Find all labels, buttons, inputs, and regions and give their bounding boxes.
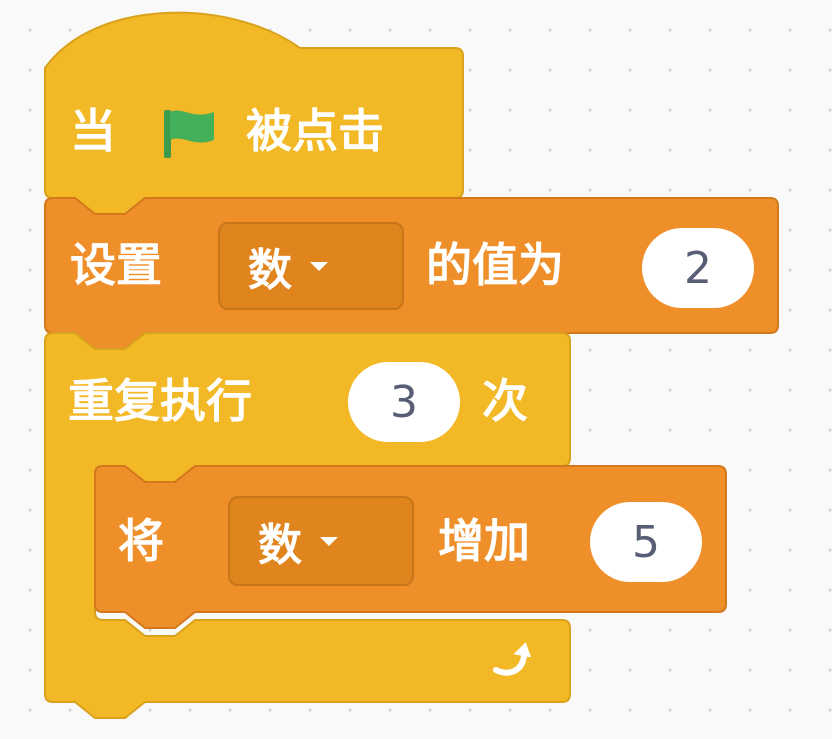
change-variable-dropdown[interactable]: 数 bbox=[228, 496, 414, 586]
green-flag-icon bbox=[164, 110, 214, 158]
chevron-down-icon bbox=[320, 536, 338, 546]
set-label: 设置 bbox=[70, 238, 162, 292]
set-variable-name: 数 bbox=[248, 245, 292, 296]
repeat-label: 重复执行 bbox=[68, 374, 252, 428]
repeat-times-input[interactable]: 3 bbox=[348, 362, 460, 442]
change-label: 将 bbox=[118, 514, 164, 568]
change-variable-name: 数 bbox=[258, 520, 302, 571]
hat-prefix-label: 当 bbox=[70, 104, 116, 158]
chevron-down-icon bbox=[310, 261, 328, 271]
set-variable-dropdown[interactable]: 数 bbox=[218, 222, 404, 310]
change-value-input[interactable]: 5 bbox=[590, 502, 702, 582]
repeat-suffix-label: 次 bbox=[482, 374, 528, 428]
hat-suffix-label: 被点击 bbox=[246, 104, 384, 158]
loop-arrow-icon bbox=[493, 642, 532, 676]
set-middle-label: 的值为 bbox=[426, 238, 564, 292]
change-middle-label: 增加 bbox=[438, 514, 530, 568]
set-value-input[interactable]: 2 bbox=[642, 228, 754, 308]
scratch-code-area: 当 被点击 设置 数 的值为 2 重复执行 3 次 将 数 增加 5 bbox=[0, 0, 832, 739]
